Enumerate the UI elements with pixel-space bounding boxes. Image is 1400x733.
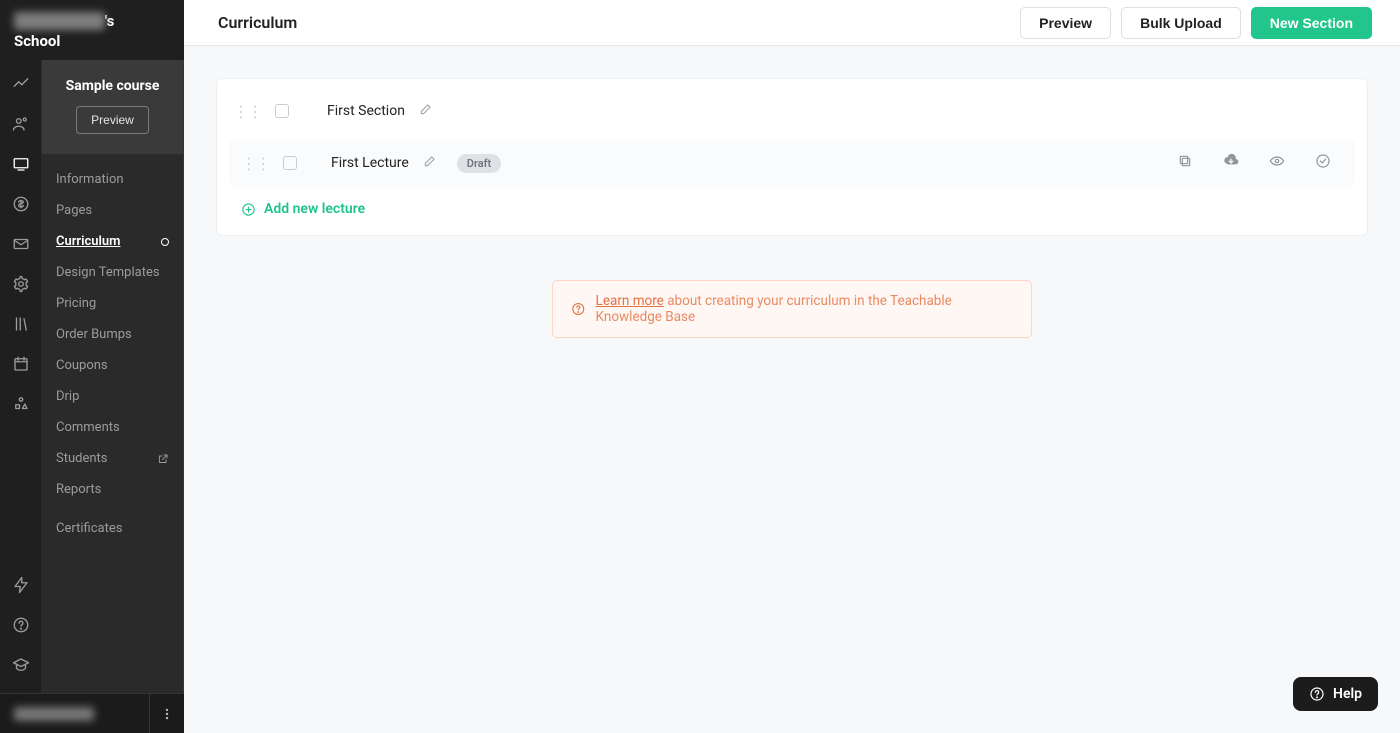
- new-section-button[interactable]: New Section: [1251, 7, 1372, 39]
- edit-lecture-icon[interactable]: [423, 154, 437, 172]
- draft-badge: Draft: [457, 154, 501, 173]
- nav-calendar-icon[interactable]: [9, 352, 33, 376]
- duplicate-icon[interactable]: [1177, 153, 1193, 173]
- sidebar-item-design-templates[interactable]: Design Templates: [42, 257, 183, 288]
- plus-circle-icon: [241, 202, 256, 217]
- search-icon[interactable]: [156, 12, 172, 32]
- preview-course-button[interactable]: Preview: [76, 106, 149, 134]
- course-header: Sample course Preview: [42, 60, 183, 154]
- lecture-title: First Lecture: [331, 155, 409, 171]
- course-sidebar: Sample course Preview Information Pages …: [42, 0, 184, 733]
- nav-help-icon[interactable]: [9, 613, 33, 637]
- sidebar-item-curriculum[interactable]: Curriculum: [42, 226, 183, 257]
- learn-more-link[interactable]: Learn more: [596, 293, 664, 309]
- user-name-redacted: [14, 707, 94, 721]
- sidebar-item-pages[interactable]: Pages: [42, 195, 183, 226]
- sidebar-item-order-bumps[interactable]: Order Bumps: [42, 319, 183, 350]
- sidebar-item-drip[interactable]: Drip: [42, 381, 183, 412]
- help-circle-icon: [571, 301, 586, 317]
- knowledge-base-banner: Learn more about creating your curriculu…: [552, 280, 1032, 338]
- top-bar: Curriculum Preview Bulk Upload New Secti…: [184, 0, 1400, 46]
- preview-button[interactable]: Preview: [1020, 7, 1111, 39]
- sidebar-item-reports[interactable]: Reports: [42, 474, 183, 505]
- nav-settings-icon[interactable]: [9, 272, 33, 296]
- school-owner-redacted: Owner Name: [14, 12, 105, 30]
- publish-check-icon[interactable]: [1315, 153, 1331, 173]
- lecture-row[interactable]: ⋮⋮ First Lecture Draft: [229, 139, 1355, 187]
- user-more-menu[interactable]: [149, 694, 174, 733]
- cloud-download-icon[interactable]: [1223, 153, 1239, 173]
- add-lecture-label: Add new lecture: [264, 201, 365, 217]
- nav-email-icon[interactable]: [9, 232, 33, 256]
- content-area: ⋮⋮ First Section ⋮⋮ First Lecture: [184, 46, 1400, 733]
- help-circle-icon: [1309, 686, 1325, 702]
- primary-nav-rail: [0, 0, 42, 733]
- sidebar-item-coupons[interactable]: Coupons: [42, 350, 183, 381]
- help-widget[interactable]: Help: [1293, 677, 1378, 711]
- course-nav-list: Information Pages Curriculum Design Temp…: [42, 154, 183, 554]
- nav-courses-icon[interactable]: [9, 152, 33, 176]
- section-title: First Section: [327, 103, 405, 119]
- page-title: Curriculum: [218, 13, 297, 32]
- sidebar-item-pricing[interactable]: Pricing: [42, 288, 183, 319]
- course-title: Sample course: [54, 78, 171, 94]
- top-actions: Preview Bulk Upload New Section: [1020, 7, 1372, 39]
- nav-bolt-icon[interactable]: [9, 573, 33, 597]
- sidebar-item-comments[interactable]: Comments: [42, 412, 183, 443]
- add-new-lecture-button[interactable]: Add new lecture: [217, 187, 1367, 217]
- external-link-icon: [157, 453, 169, 465]
- banner-text: Learn more about creating your curriculu…: [596, 293, 1013, 325]
- school-name: Owner Name's School: [14, 12, 156, 51]
- bulk-upload-button[interactable]: Bulk Upload: [1121, 7, 1241, 39]
- edit-section-icon[interactable]: [419, 102, 433, 120]
- sidebar-item-students[interactable]: Students: [42, 443, 183, 474]
- nav-library-icon[interactable]: [9, 312, 33, 336]
- lecture-checkbox[interactable]: [283, 156, 297, 170]
- nav-users-icon[interactable]: [9, 112, 33, 136]
- main-content: Curriculum Preview Bulk Upload New Secti…: [184, 0, 1400, 733]
- section-row: ⋮⋮ First Section: [217, 83, 1367, 139]
- sidebar-item-certificates[interactable]: Certificates: [42, 513, 183, 544]
- nav-apps-icon[interactable]: [9, 392, 33, 416]
- user-bar: [0, 693, 184, 733]
- help-label: Help: [1333, 686, 1362, 702]
- nav-graduation-icon[interactable]: [9, 653, 33, 677]
- drag-handle-icon[interactable]: ⋮⋮: [241, 154, 269, 173]
- school-header: Owner Name's School: [0, 0, 184, 60]
- section-card: ⋮⋮ First Section ⋮⋮ First Lecture: [216, 78, 1368, 236]
- lecture-action-icons: [1177, 153, 1343, 173]
- nav-sales-icon[interactable]: [9, 192, 33, 216]
- nav-analytics-icon[interactable]: [9, 72, 33, 96]
- drag-handle-icon[interactable]: ⋮⋮: [233, 102, 261, 121]
- active-indicator-icon: [161, 238, 169, 246]
- sidebar-item-information[interactable]: Information: [42, 164, 183, 195]
- section-checkbox[interactable]: [275, 104, 289, 118]
- visibility-icon[interactable]: [1269, 153, 1285, 173]
